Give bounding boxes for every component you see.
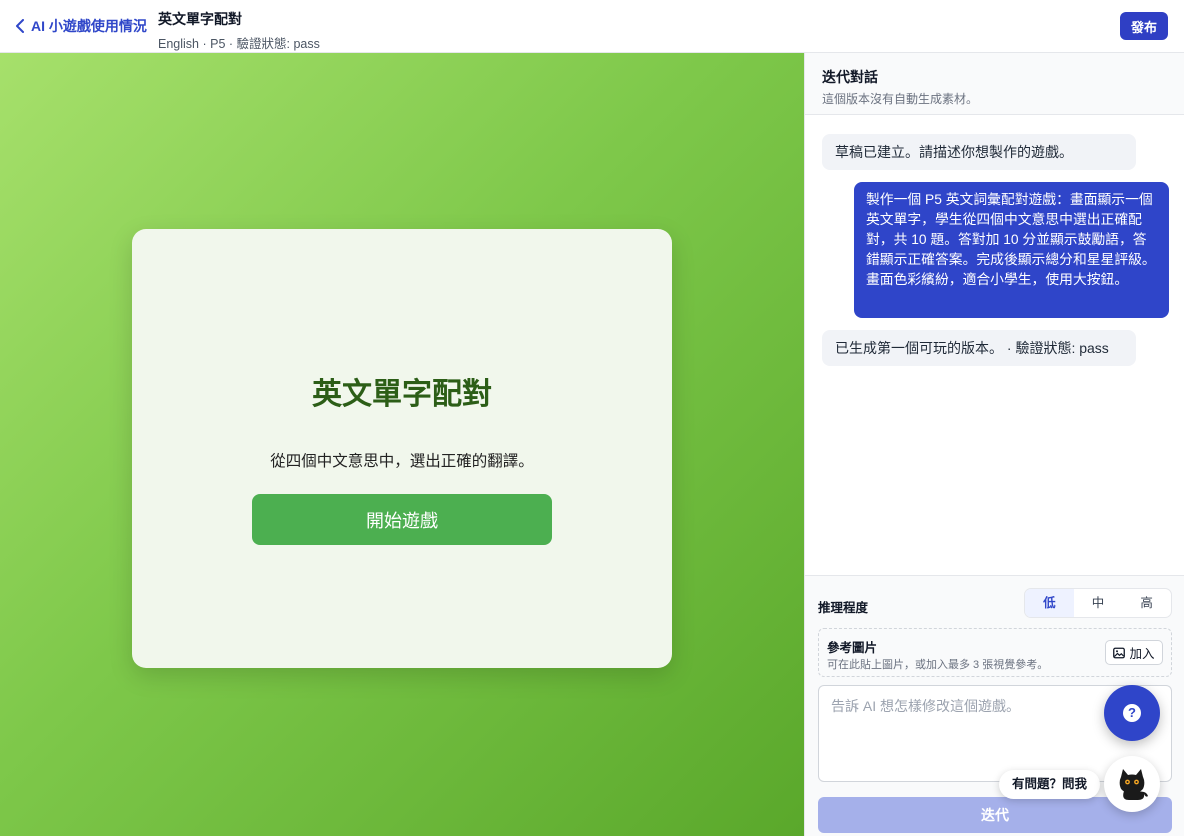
question-icon: ? [1123,704,1141,722]
help-fab-button[interactable]: ? [1104,685,1160,741]
page-title: 英文單字配對 [158,11,242,27]
effort-option-medium[interactable]: 中 [1074,589,1123,617]
game-start-card: 英文單字配對 從四個中文意思中，選出正確的翻譯。 開始遊戲 [132,229,672,668]
chat-message-system: 已生成第一個可玩的版本。 · 驗證狀態: pass [822,330,1136,366]
add-image-label: 加入 [1129,647,1155,661]
reference-image-hint: 可在此貼上圖片，或加入最多 3 張視覺參考。 [827,659,1049,671]
top-header: AI 小遊戲使用情況 英文單字配對 English · P5 · 驗證狀態: p… [0,0,1184,53]
cat-assistant-button[interactable] [1104,756,1160,812]
effort-option-low[interactable]: 低 [1025,589,1074,617]
start-game-button[interactable]: 開始遊戲 [252,494,552,545]
image-icon [1113,647,1126,658]
publish-button[interactable]: 發布 [1120,12,1168,40]
chevron-left-icon [16,19,24,33]
game-description: 從四個中文意思中，選出正確的翻譯。 [270,453,534,470]
chat-message-user: 製作一個 P5 英文詞彙配對遊戲：畫面顯示一個英文單字，學生從四個中文意思中選出… [854,182,1169,318]
add-image-button[interactable]: 加入 [1105,640,1163,665]
ask-me-pill[interactable]: 有問題？問我 [999,770,1101,799]
chat-message-system: 草稿已建立。請描述你想製作的遊戲。 [822,134,1136,170]
back-link-label: AI 小遊戲使用情況 [31,18,147,34]
title-block: 英文單字配對 English · P5 · 驗證狀態: pass [158,9,320,52]
cat-mascot-icon [1119,769,1148,800]
effort-option-high[interactable]: 高 [1122,589,1171,617]
reference-image-title: 參考圖片 [827,641,878,655]
game-preview: 英文單字配對 從四個中文意思中，選出正確的翻譯。 開始遊戲 [0,53,804,836]
back-link[interactable]: AI 小遊戲使用情況 [14,16,147,36]
reasoning-effort-toggle: 低 中 高 [1024,588,1172,618]
game-title: 英文單字配對 [312,378,492,411]
reasoning-effort-label: 推理程度 [818,601,869,615]
panel-title: 迭代對話 [822,69,878,85]
reference-image-dropzone[interactable]: 參考圖片 可在此貼上圖片，或加入最多 3 張視覺參考。 加入 [818,628,1172,677]
panel-header: 迭代對話 這個版本沒有自動生成素材。 [805,53,1184,115]
page-subtitle: English · P5 · 驗證狀態: pass [158,37,320,51]
panel-subtitle: 這個版本沒有自動生成素材。 [822,92,979,106]
